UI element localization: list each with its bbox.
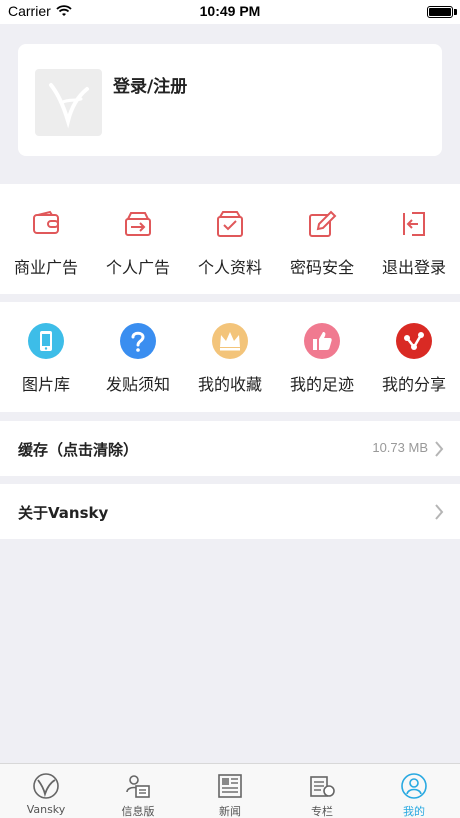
profile-card[interactable]: 登录/注册 bbox=[18, 44, 442, 156]
question-icon bbox=[120, 323, 156, 359]
grid-label: 我的分享 bbox=[381, 375, 446, 394]
tab-label: 我的 bbox=[403, 805, 425, 818]
thumbs-up-icon bbox=[304, 323, 340, 359]
logout-icon bbox=[396, 206, 432, 242]
box-check-icon bbox=[212, 206, 248, 242]
chevron-right-icon bbox=[435, 504, 444, 520]
grid-item-footprints[interactable]: 我的足迹 bbox=[276, 323, 368, 412]
grid-label: 商业广告 bbox=[13, 258, 78, 277]
grid-item-shares[interactable]: 我的分享 bbox=[368, 323, 460, 412]
cache-size: 10.73 MB bbox=[372, 440, 428, 455]
account-actions-grid: 商业广告 个人广告 个人资料 密码安全 退出登录 bbox=[0, 184, 460, 294]
info-board-icon bbox=[124, 772, 152, 800]
vansky-logo-icon bbox=[32, 772, 60, 800]
column-icon bbox=[308, 772, 336, 800]
tab-news[interactable]: 新闻 bbox=[184, 764, 276, 818]
tab-label: 专栏 bbox=[311, 805, 333, 818]
tab-vansky[interactable]: Vansky bbox=[0, 764, 92, 818]
newspaper-icon bbox=[216, 772, 244, 800]
grid-label: 个人资料 bbox=[197, 258, 262, 277]
feature-grid: 图片库 发贴须知 我的收藏 我的足迹 我的分享 bbox=[0, 302, 460, 412]
status-bar: Carrier 10:49 PM bbox=[0, 0, 460, 24]
grid-item-profile[interactable]: 个人资料 bbox=[184, 206, 276, 294]
phone-icon bbox=[28, 323, 64, 359]
about-row[interactable]: 关于Vansky bbox=[0, 484, 460, 539]
tab-bar: Vansky 信息版 新闻 专栏 我的 bbox=[0, 763, 460, 818]
grid-item-logout[interactable]: 退出登录 bbox=[368, 206, 460, 294]
grid-label: 密码安全 bbox=[289, 258, 354, 277]
edit-pen-icon bbox=[304, 206, 340, 242]
grid-label: 发贴须知 bbox=[105, 375, 170, 394]
grid-item-gallery[interactable]: 图片库 bbox=[0, 323, 92, 412]
user-icon bbox=[400, 772, 428, 800]
vansky-logo-icon bbox=[49, 83, 89, 129]
crown-icon bbox=[212, 323, 248, 359]
grid-label: 个人广告 bbox=[105, 258, 170, 277]
clear-cache-row[interactable]: 缓存（点击清除） 10.73 MB bbox=[0, 421, 460, 476]
grid-label: 我的收藏 bbox=[197, 375, 262, 394]
battery-tip bbox=[454, 9, 457, 15]
grid-item-favorites[interactable]: 我的收藏 bbox=[184, 323, 276, 412]
cache-label: 缓存（点击清除） bbox=[18, 441, 139, 459]
tab-label: 信息版 bbox=[121, 805, 155, 818]
profile-area: 登录/注册 bbox=[0, 24, 460, 176]
chevron-right-icon bbox=[435, 441, 444, 457]
tab-label: Vansky bbox=[26, 803, 66, 816]
tab-me[interactable]: 我的 bbox=[368, 764, 460, 818]
grid-label: 退出登录 bbox=[381, 258, 446, 277]
share-icon bbox=[396, 323, 432, 359]
clock: 10:49 PM bbox=[199, 3, 261, 19]
wallet-icon bbox=[28, 206, 64, 242]
tab-columns[interactable]: 专栏 bbox=[276, 764, 368, 818]
grid-item-business-ads[interactable]: 商业广告 bbox=[0, 206, 92, 294]
login-register-link[interactable]: 登录/注册 bbox=[113, 72, 187, 97]
grid-label: 我的足迹 bbox=[289, 375, 354, 394]
avatar[interactable] bbox=[35, 69, 102, 136]
grid-item-posting-rules[interactable]: 发贴须知 bbox=[92, 323, 184, 412]
inbox-arrow-icon bbox=[120, 206, 156, 242]
tab-label: 新闻 bbox=[219, 805, 241, 818]
grid-item-personal-ads[interactable]: 个人广告 bbox=[92, 206, 184, 294]
battery-icon bbox=[427, 6, 453, 18]
grid-label: 图片库 bbox=[21, 375, 70, 394]
grid-item-password-security[interactable]: 密码安全 bbox=[276, 206, 368, 294]
about-label: 关于Vansky bbox=[18, 504, 109, 522]
tab-info-board[interactable]: 信息版 bbox=[92, 764, 184, 818]
